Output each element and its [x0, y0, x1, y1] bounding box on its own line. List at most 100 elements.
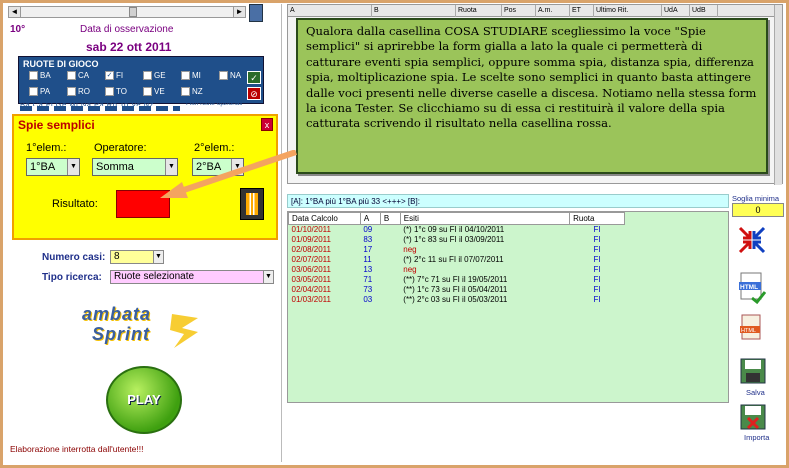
table-cell: (*) 1°c 09 su FI il 04/10/2011	[403, 225, 505, 234]
ruota-label: RO	[78, 87, 90, 96]
html-file-icon[interactable]: HTML	[738, 314, 766, 342]
ruota-checkbox-ve[interactable]: VE	[143, 87, 183, 99]
table-cell: 03/05/2011	[291, 275, 331, 284]
checkbox-icon[interactable]	[181, 71, 190, 81]
grid-col-header[interactable]: Ruota	[456, 5, 502, 17]
tipo-select[interactable]: Ruote selezionate ▼	[110, 270, 274, 284]
grid-col-header[interactable]: Pos	[502, 5, 536, 17]
table-cell	[380, 235, 400, 245]
table-cell: 17	[363, 245, 373, 254]
ruota-checkbox-mi[interactable]: MI	[181, 71, 221, 83]
ruota-label: MI	[192, 71, 201, 80]
ruote-filter-toggles[interactable]	[20, 106, 180, 111]
table-cell	[380, 295, 400, 305]
play-button[interactable]: PLAY	[106, 366, 182, 434]
table-cell: 02/08/2011	[291, 245, 331, 254]
spie-title: Spie semplici	[18, 118, 95, 132]
table-row[interactable]: 02/08/2011 17 neg FI	[289, 245, 625, 255]
checkbox-icon[interactable]	[143, 87, 152, 97]
table-cell: (**) 2°c 03 su FI il 05/03/2011	[403, 295, 508, 304]
left-panel: ◄ ► 10° Data di osservazione sab 22 ott …	[6, 4, 282, 462]
checkbox-icon[interactable]	[105, 87, 114, 97]
ruote-header: RUOTE DI GIOCO	[23, 59, 99, 69]
import-icon[interactable]	[740, 404, 766, 430]
soglia-label: Soglia minima	[732, 194, 780, 203]
checkbox-icon[interactable]	[29, 87, 38, 97]
scroll-right-icon[interactable]: ►	[233, 7, 245, 17]
results-col-header[interactable]: A	[359, 212, 381, 225]
checkbox-icon[interactable]	[143, 71, 152, 81]
lightning-icon	[170, 314, 198, 348]
checkbox-icon[interactable]	[29, 71, 38, 81]
table-cell: 02/04/2011	[291, 285, 331, 294]
salva-label: Salva	[746, 388, 765, 397]
ruota-checkbox-pa[interactable]: PA	[29, 87, 69, 99]
ruota-checkbox-nz[interactable]: NZ	[181, 87, 221, 99]
grid-col-header[interactable]: UdB	[690, 5, 718, 17]
grid-col-header[interactable]: Ultimo Rit.	[594, 5, 662, 17]
grid-scrollbar[interactable]	[774, 5, 782, 185]
table-cell: FI	[593, 285, 601, 294]
table-row[interactable]: 01/03/2011 03 (**) 2°c 03 su FI il 05/03/2…	[289, 295, 625, 305]
table-cell: 71	[363, 275, 373, 284]
table-row[interactable]: 01/10/2011 09 (*) 1°c 09 su FI il 04/10/20…	[289, 225, 625, 236]
elem1-select[interactable]: 1°BA ▼	[26, 158, 80, 176]
checkbox-icon[interactable]	[67, 87, 76, 97]
checkbox-icon[interactable]	[181, 87, 190, 97]
results-col-header[interactable]: B	[379, 212, 401, 225]
table-cell: FI	[593, 255, 601, 264]
scroll-thumb[interactable]	[129, 7, 137, 17]
results-col-header[interactable]: Data Calcolo	[288, 212, 361, 225]
grid-col-header[interactable]: A.m.	[536, 5, 570, 17]
table-cell	[380, 225, 400, 236]
save-icon[interactable]	[740, 358, 766, 384]
ruota-label: PA	[40, 87, 51, 96]
numcasi-select[interactable]: 8 ▼	[110, 250, 164, 264]
scroll-left-icon[interactable]: ◄	[9, 7, 21, 17]
confirm-check-icon[interactable]: ✓	[247, 71, 261, 84]
table-row[interactable]: 02/07/2011 11 (*) 2°c 11 su FI il 07/07/20…	[289, 255, 625, 265]
ruote-panel: RUOTE DI GIOCO BA CA ✓ FI GE MI NA PA RO TO VE NZ ✓…	[18, 56, 264, 104]
result-label: Risultato:	[52, 198, 98, 210]
degree-label: 10°	[10, 24, 26, 35]
status-message: Elaborazione interrotta dall'utente!!!	[10, 444, 144, 454]
results-col-header[interactable]: Esiti	[399, 212, 571, 225]
collapse-arrows-icon[interactable]	[738, 226, 766, 254]
table-row[interactable]: 03/06/2011 13 neg FI	[289, 265, 625, 275]
tipo-label: Tipo ricerca:	[42, 272, 102, 283]
grid-col-header[interactable]: B	[372, 5, 456, 17]
checkbox-icon[interactable]: ✓	[105, 71, 114, 81]
table-cell: 09	[363, 225, 373, 234]
observation-date: sab 22 ott 2011	[86, 40, 172, 54]
ruota-checkbox-ca[interactable]: CA	[67, 71, 107, 83]
table-row[interactable]: 03/05/2011 71 (**) 7°c 71 su FI il 19/05/2…	[289, 275, 625, 285]
ruota-checkbox-ro[interactable]: RO	[67, 87, 107, 99]
table-row[interactable]: 02/04/2011 73 (**) 1°c 73 su FI il 05/04/2…	[289, 285, 625, 295]
html-export-icon[interactable]: HTML	[738, 272, 766, 304]
grid-col-header[interactable]: ET	[570, 5, 594, 17]
svg-text:HTML: HTML	[740, 284, 758, 291]
ruota-checkbox-to[interactable]: TO	[105, 87, 145, 99]
table-cell: FI	[593, 275, 601, 284]
save-disk-icon[interactable]	[249, 4, 263, 22]
checkbox-icon[interactable]	[67, 71, 76, 81]
soglia-input[interactable]: 0	[732, 203, 784, 217]
ruota-checkbox-ge[interactable]: GE	[143, 71, 183, 83]
ruota-checkbox-ba[interactable]: BA	[29, 71, 69, 83]
clear-icon[interactable]: ⊘	[247, 87, 261, 100]
explanation-note: Qualora dalla casellina COSA STUDIARE sc…	[296, 18, 768, 174]
date-scrollbar[interactable]: ◄ ►	[8, 6, 246, 18]
ruota-checkbox-fi[interactable]: ✓ FI	[105, 71, 145, 83]
formula-row: [A]: 1°BA più 1°BA più 33 <+++> [B]:	[287, 194, 729, 208]
checkbox-icon[interactable]	[219, 71, 228, 81]
close-icon[interactable]: x	[261, 118, 273, 131]
observation-label: Data di osservazione	[80, 24, 174, 35]
table-cell: 03/06/2011	[291, 265, 331, 274]
table-row[interactable]: 01/09/2011 83 (*) 1°c 83 su FI il 03/09/20…	[289, 235, 625, 245]
table-cell: 83	[363, 235, 373, 244]
chevron-down-icon: ▼	[263, 271, 273, 283]
ruota-label: GE	[154, 71, 166, 80]
results-col-header[interactable]: Ruota	[569, 212, 625, 225]
grid-col-header[interactable]: A	[288, 5, 372, 17]
grid-col-header[interactable]: UdA	[662, 5, 690, 17]
